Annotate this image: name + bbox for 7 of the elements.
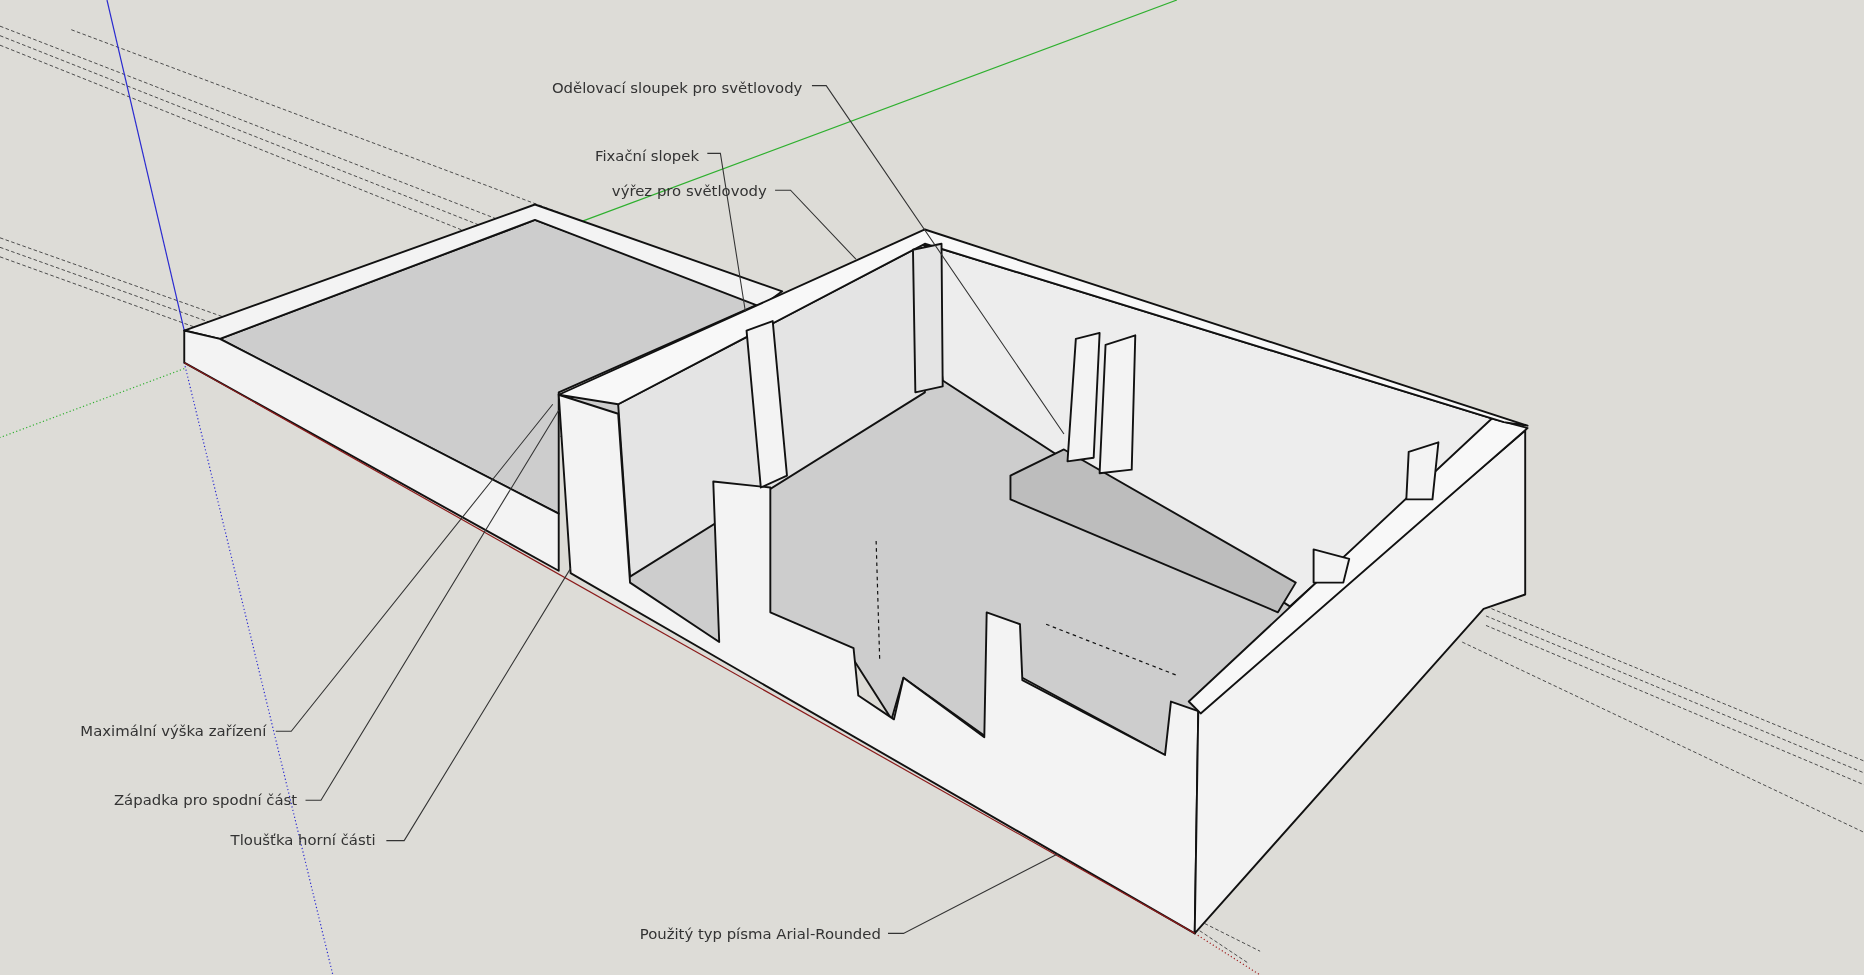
- callout-label: Západka pro spodní část: [113, 790, 298, 809]
- axis-line: [1194, 932, 1261, 975]
- callout-label: Tloušťka horní části: [230, 831, 376, 850]
- callout-label: Maximální výška zařízení: [80, 722, 267, 740]
- callout-label: Fixační slopek: [594, 146, 699, 165]
- callout-label: Odělovací sloupek pro světlovody: [551, 78, 803, 97]
- callout-label: Použitý typ písma Arial-Rounded: [639, 925, 881, 944]
